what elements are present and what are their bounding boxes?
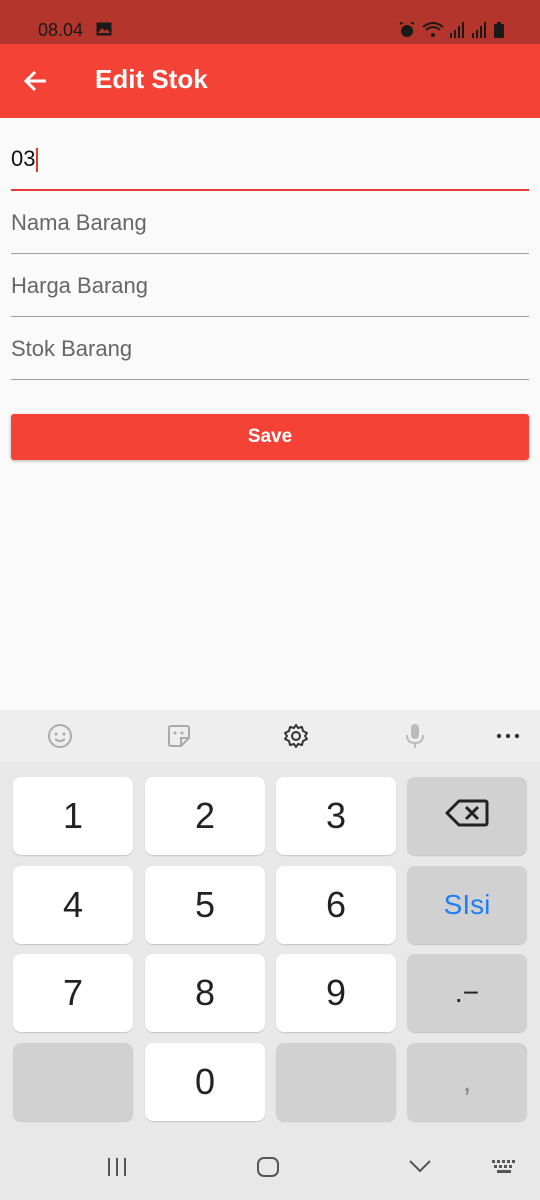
keyboard-toolbar: [0, 710, 540, 762]
price-field-placeholder: Harga Barang: [11, 273, 148, 298]
key-6[interactable]: 6: [276, 866, 396, 944]
status-icons: [398, 21, 504, 43]
key-7[interactable]: 7: [13, 954, 133, 1032]
empty-key-right: [276, 1043, 396, 1121]
page-title: Edit Stok: [95, 64, 208, 94]
price-field-underline: [11, 316, 529, 317]
key-1[interactable]: 1: [13, 777, 133, 855]
sticker-icon[interactable]: [165, 722, 193, 750]
fill-key[interactable]: SIsi: [407, 866, 527, 944]
name-field-placeholder: Nama Barang: [11, 210, 147, 235]
comma-key[interactable]: ,: [407, 1043, 527, 1121]
empty-key-left: [13, 1043, 133, 1121]
save-button[interactable]: Save: [11, 414, 529, 460]
key-2[interactable]: 2: [145, 777, 265, 855]
battery-icon: [494, 22, 504, 43]
key-0[interactable]: 0: [145, 1043, 265, 1121]
emoji-icon[interactable]: [46, 722, 74, 750]
settings-gear-icon[interactable]: [282, 722, 310, 750]
key-5[interactable]: 5: [145, 866, 265, 944]
stock-field[interactable]: Stok Barang: [11, 330, 529, 382]
back-arrow-icon[interactable]: [22, 67, 50, 95]
backspace-key[interactable]: [407, 777, 527, 855]
code-field-underline-active: [11, 189, 529, 191]
status-bar: 08.04: [0, 0, 540, 44]
name-field[interactable]: Nama Barang: [11, 204, 529, 256]
backspace-icon: [445, 795, 489, 837]
key-8[interactable]: 8: [145, 954, 265, 1032]
wifi-icon: [422, 22, 444, 43]
hide-keyboard-chevron-down-icon[interactable]: [408, 1158, 432, 1179]
code-input-value: 03: [11, 146, 36, 171]
home-icon[interactable]: [256, 1156, 280, 1183]
alarm-icon: [398, 21, 416, 43]
stock-field-underline: [11, 379, 529, 380]
key-9[interactable]: 9: [276, 954, 396, 1032]
signal-icon-1: [450, 22, 466, 43]
key-4[interactable]: 4: [13, 866, 133, 944]
status-time: 08.04: [38, 20, 84, 40]
key-3[interactable]: 3: [276, 777, 396, 855]
image-notification-icon: [96, 22, 112, 41]
recent-apps-icon[interactable]: [105, 1156, 129, 1183]
stock-field-placeholder: Stok Barang: [11, 336, 133, 361]
app-bar: Edit Stok: [0, 44, 540, 118]
signal-icon-2: [472, 22, 488, 43]
microphone-icon[interactable]: [401, 722, 429, 750]
name-field-underline: [11, 253, 529, 254]
keyboard-switch-icon[interactable]: [492, 1160, 518, 1179]
system-navigation-bar: [0, 1132, 540, 1200]
numeric-keyboard: 1 2 3 4 5 6 SIsi 7 8 9 .− 0 ,: [0, 762, 540, 1132]
code-field[interactable]: 03: [11, 140, 529, 192]
price-field[interactable]: Harga Barang: [11, 267, 529, 319]
text-caret: [36, 148, 39, 173]
more-options-icon[interactable]: [494, 722, 522, 750]
symbols-key[interactable]: .−: [407, 954, 527, 1032]
